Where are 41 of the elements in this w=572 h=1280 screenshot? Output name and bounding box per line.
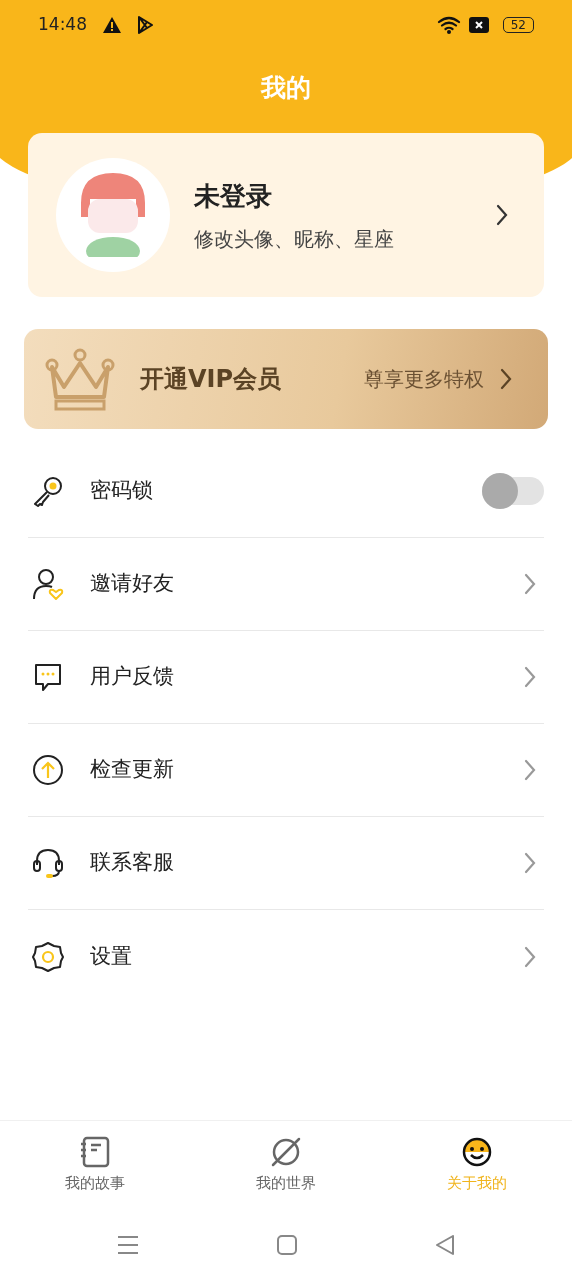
page-title: 我的 — [259, 72, 312, 104]
nav-tab[interactable]: 我的故事 — [51, 1130, 140, 1201]
warning-icon — [103, 17, 121, 33]
back-icon[interactable] — [435, 1235, 455, 1255]
user-name: 未登录 — [194, 179, 273, 213]
settings-icon — [32, 940, 64, 973]
battery-indicator: 52 — [502, 17, 534, 33]
notebook-icon — [80, 1136, 111, 1169]
nav-tab[interactable]: 我的世界 — [242, 1130, 330, 1201]
chevron-icon — [496, 204, 508, 226]
menu-label[interactable]: 联系客服 — [90, 847, 524, 879]
vip-title: 开通VIP会员 — [140, 364, 283, 395]
home-icon[interactable] — [277, 1235, 297, 1255]
play-store-icon — [137, 16, 153, 34]
menu-label[interactable]: 设置 — [90, 940, 524, 973]
upload-icon — [32, 754, 64, 786]
menu-label[interactable]: 检查更新 — [90, 754, 524, 786]
chat-icon — [32, 661, 64, 693]
chevron-icon — [524, 945, 536, 968]
clock: 14:48 — [38, 13, 87, 37]
key-icon — [32, 475, 64, 507]
menu-label[interactable]: 邀请好友 — [90, 568, 524, 600]
chevron-icon — [524, 852, 536, 874]
chevron-icon — [524, 759, 536, 781]
chevron-icon — [524, 666, 536, 688]
headset-icon — [32, 847, 64, 879]
crown-icon — [44, 347, 116, 411]
planet-icon — [270, 1136, 302, 1169]
menu-label[interactable]: 密码锁 — [90, 475, 482, 507]
user-heart-icon — [32, 568, 64, 600]
chevron-icon — [500, 368, 512, 390]
chevron-icon — [524, 573, 536, 595]
smiley-icon — [460, 1136, 493, 1169]
vip-banner[interactable]: 开通VIP会员 尊享更多特权 — [24, 329, 548, 429]
menu-icon[interactable] — [117, 1235, 139, 1255]
menu-label[interactable]: 用户反馈 — [90, 661, 524, 693]
profile-card[interactable]: 未登录 修改头像、昵称、星座 — [28, 133, 544, 297]
sim-off-icon — [468, 17, 489, 33]
vip-benefits-text: 尊享更多特权 — [364, 366, 484, 393]
profile-hint: 修改头像、昵称、星座 — [194, 225, 395, 253]
wifi-icon — [436, 16, 461, 34]
